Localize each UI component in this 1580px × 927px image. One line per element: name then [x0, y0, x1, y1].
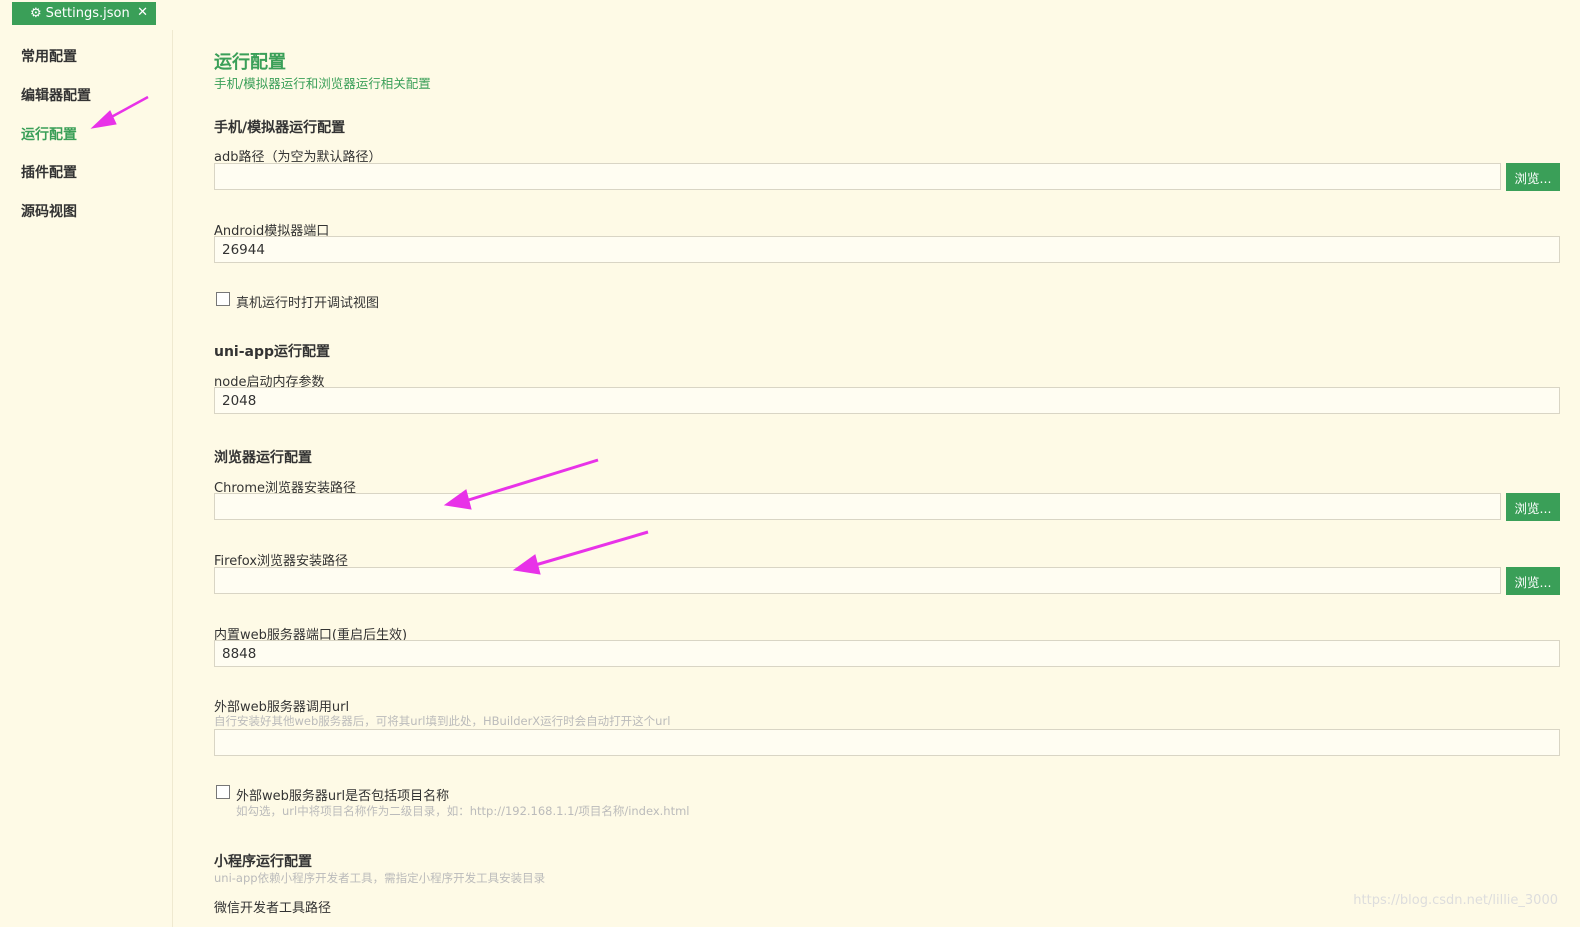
- arrow-head-chrome: [443, 489, 472, 510]
- watermark: https://blog.csdn.net/lillie_3000: [1353, 893, 1558, 908]
- arrow-head-sidebar: [90, 110, 117, 129]
- annotation-arrows: [90, 95, 649, 575]
- arrow-head-firefox: [512, 554, 541, 575]
